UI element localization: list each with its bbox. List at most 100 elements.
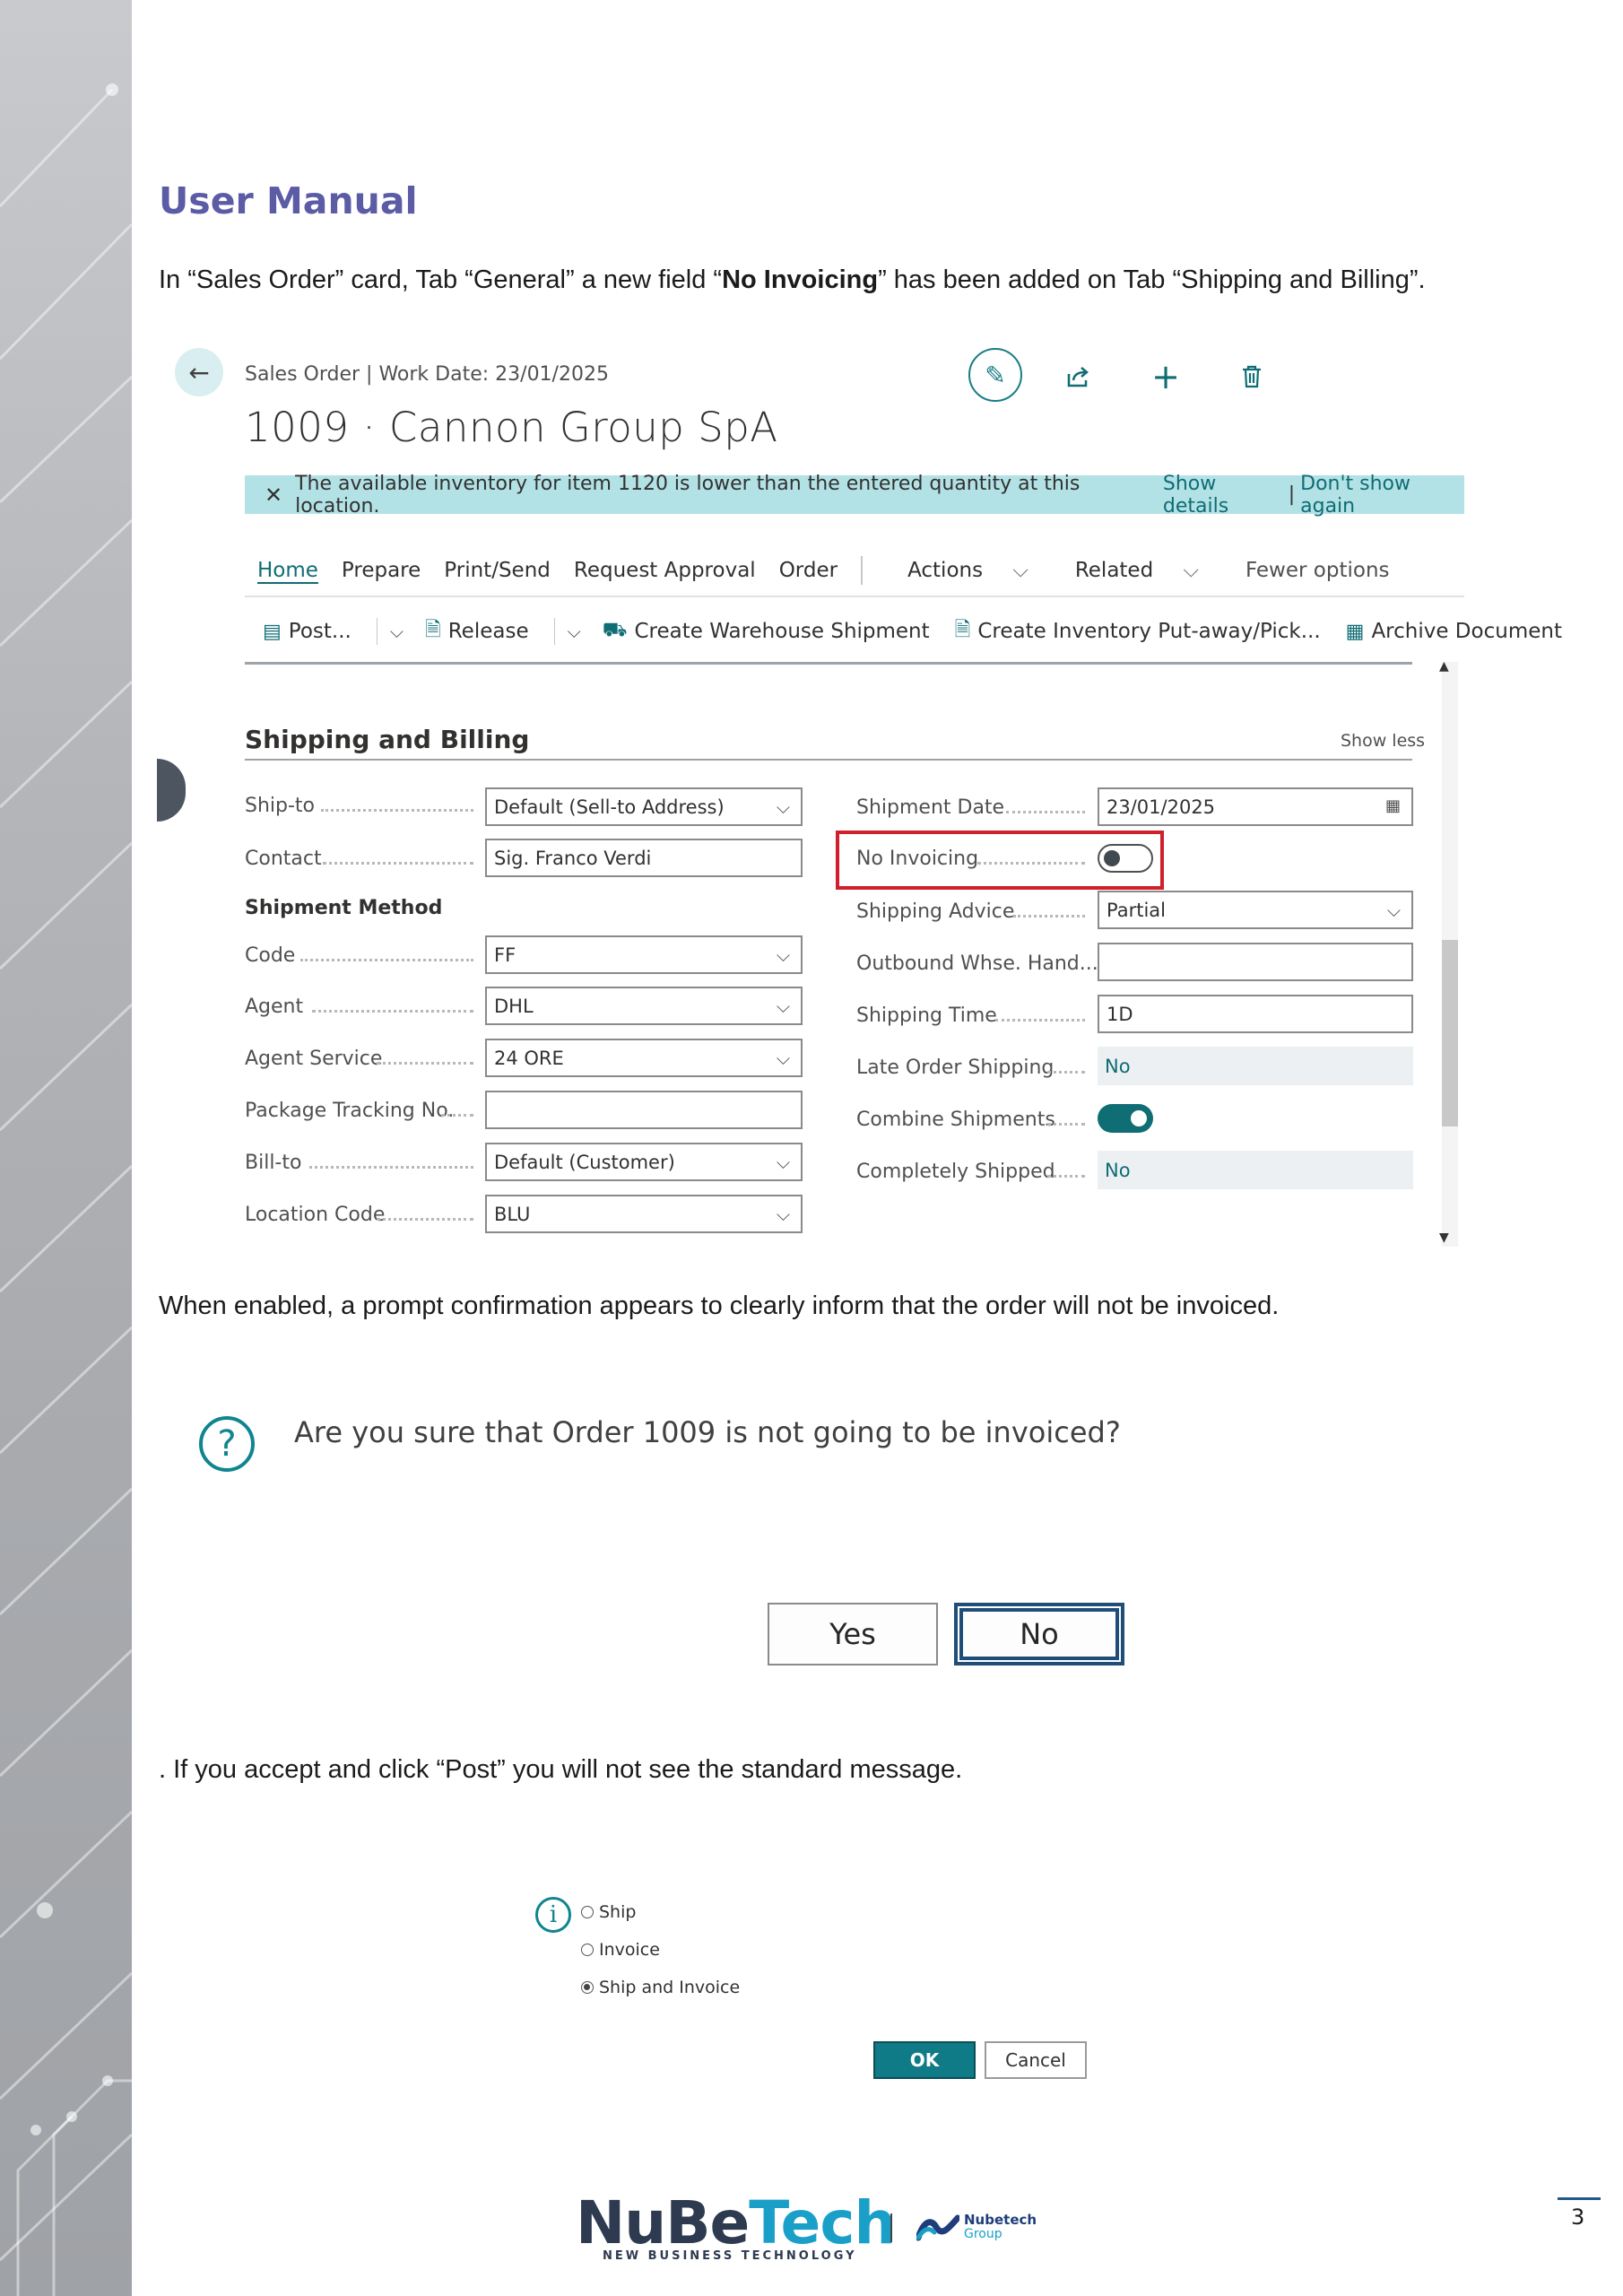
post-button[interactable]: ▤ Post... <box>263 620 352 643</box>
share-icon[interactable] <box>1056 354 1101 399</box>
shipping-advice-label: Shipping Advice <box>856 900 1015 923</box>
share-icon-glyph <box>1067 367 1089 387</box>
notification-text: The available inventory for item 1120 is… <box>295 472 1081 517</box>
ship-to-label: Ship-to <box>245 795 316 817</box>
tab-prepare[interactable]: Prepare <box>342 559 421 582</box>
yes-button[interactable]: Yes <box>768 1603 938 1665</box>
radio-button-selected[interactable] <box>581 1981 594 1994</box>
bill-to-label: Bill-to <box>245 1152 302 1174</box>
tab-print-send[interactable]: Print/Send <box>444 559 551 582</box>
page-number-rule <box>1558 2197 1601 2200</box>
shipment-date-field[interactable]: 23/01/2025 ▦ <box>1098 787 1413 826</box>
ok-button[interactable]: OK <box>873 2041 976 2079</box>
radio-option-invoice[interactable]: Invoice <box>581 1940 660 1960</box>
shipping-time-value: 1D <box>1107 1003 1133 1025</box>
cancel-button[interactable]: Cancel <box>985 2041 1087 2079</box>
shipping-advice-value: Partial <box>1107 899 1166 921</box>
agent-service-value: 24 ORE <box>494 1047 564 1069</box>
toggle-knob <box>1131 1110 1147 1126</box>
leader-dots <box>1006 809 1085 813</box>
shipping-time-field[interactable]: 1D <box>1098 995 1413 1033</box>
release-label: Release <box>447 620 529 643</box>
intro-text-bold: No Invoicing <box>722 265 879 294</box>
back-arrow-icon[interactable]: ← <box>175 348 223 396</box>
late-order-shipping-label: Late Order Shipping <box>856 1057 1055 1079</box>
section-rule <box>245 759 1412 761</box>
create-warehouse-shipment-button[interactable]: ⛟ Create Warehouse Shipment <box>603 619 930 644</box>
completely-shipped-value-field: No <box>1098 1151 1413 1189</box>
circuit-pattern-graphic <box>0 83 132 2296</box>
outbound-whse-field[interactable] <box>1098 943 1413 981</box>
edit-pencil-icon[interactable]: ✎ <box>968 348 1022 402</box>
archive-document-button[interactable]: ▦ Archive Document <box>1346 620 1562 643</box>
action-bar-divider <box>245 596 1464 597</box>
ship-to-value: Default (Sell-to Address) <box>494 796 725 818</box>
close-icon[interactable]: ✕ <box>265 483 282 508</box>
fewer-options-button[interactable]: Fewer options <box>1245 559 1390 582</box>
show-less-link[interactable]: Show less <box>1341 731 1425 751</box>
plus-icon[interactable]: + <box>1143 354 1188 399</box>
logo-tagline: NEW BUSINESS TECHNOLOGY <box>603 2249 857 2263</box>
intro-text-end: ” has been added on Tab “Shipping and Bi… <box>878 265 1426 294</box>
shipping-advice-dropdown[interactable]: Partial ⌵ <box>1098 891 1413 929</box>
action-buttons-row: ▤ Post... ⌵ 🗎 Release ⌵ ⛟ Create Warehouse … <box>263 614 1587 648</box>
release-chevron-down-icon[interactable]: ⌵ <box>568 621 581 642</box>
calendar-icon[interactable]: ▦ <box>1385 796 1401 815</box>
radio-option-ship[interactable]: Ship <box>581 1902 636 1922</box>
leader-dots <box>1047 1069 1085 1074</box>
location-code-dropdown[interactable]: BLU ⌵ <box>485 1195 803 1233</box>
actions-menu-label: Actions <box>907 559 984 582</box>
bill-to-dropdown[interactable]: Default (Customer) ⌵ <box>485 1143 803 1181</box>
scrollbar-thumb[interactable] <box>1442 940 1458 1126</box>
radio-label: Invoice <box>599 1940 660 1960</box>
tab-divider <box>861 556 864 585</box>
agent-dropdown[interactable]: DHL ⌵ <box>485 987 803 1025</box>
show-details-link[interactable]: Show details <box>1163 473 1283 517</box>
create-inventory-button[interactable]: 🗎 Create Inventory Put-away/Pick... <box>955 614 1321 648</box>
scroll-up-arrow-icon[interactable]: ▲ <box>1439 659 1449 674</box>
scroll-down-arrow-icon[interactable]: ▼ <box>1439 1231 1449 1245</box>
related-menu[interactable]: Related ⌵ <box>1075 559 1222 582</box>
late-order-shipping-value: No <box>1105 1055 1131 1077</box>
leader-dots <box>300 957 473 961</box>
release-button[interactable]: 🗎 Release <box>425 614 529 648</box>
shipment-date-value: 23/01/2025 <box>1107 796 1216 818</box>
leader-dots <box>323 860 473 865</box>
leader-dots <box>977 860 1085 865</box>
chevron-down-icon: ⌵ <box>1183 559 1199 582</box>
prompt-paragraph: When enabled, a prompt confirmation appe… <box>159 1292 1280 1320</box>
tab-order[interactable]: Order <box>779 559 838 582</box>
ship-to-dropdown[interactable]: Default (Sell-to Address) ⌵ <box>485 787 803 826</box>
no-button[interactable]: No <box>954 1603 1124 1665</box>
post-paragraph: . If you accept and click “Post” you wil… <box>159 1755 963 1784</box>
chevron-down-icon: ⌵ <box>1386 900 1401 921</box>
actions-menu[interactable]: Actions ⌵ <box>907 559 1052 582</box>
leader-dots <box>321 807 473 812</box>
contact-field[interactable]: Sig. Franco Verdi <box>485 839 803 877</box>
radio-option-ship-and-invoice[interactable]: Ship and Invoice <box>581 1978 740 1997</box>
page-number: 3 <box>1571 2205 1585 2230</box>
package-tracking-field[interactable] <box>485 1091 803 1129</box>
combine-shipments-toggle[interactable] <box>1098 1104 1153 1133</box>
no-invoicing-toggle[interactable] <box>1098 844 1153 873</box>
shipment-method-header: Shipment Method <box>245 897 443 919</box>
combine-shipments-label: Combine Shipments <box>856 1109 1055 1131</box>
intro-text-start: In “Sales Order” card, Tab “General” a n… <box>159 265 723 294</box>
dont-show-again-link[interactable]: Don't show again <box>1300 473 1464 517</box>
shipment-date-label: Shipment Date <box>856 796 1005 819</box>
trash-icon[interactable] <box>1229 354 1274 399</box>
agent-service-dropdown[interactable]: 24 ORE ⌵ <box>485 1039 803 1077</box>
tab-home[interactable]: Home <box>257 559 318 582</box>
radio-button[interactable] <box>581 1906 594 1918</box>
code-dropdown[interactable]: FF ⌵ <box>485 935 803 974</box>
group-logo-glyph <box>915 2214 961 2241</box>
leader-dots <box>1013 913 1085 918</box>
intro-paragraph: In “Sales Order” card, Tab “General” a n… <box>159 265 1426 295</box>
package-tracking-label: Package Tracking No. <box>245 1100 455 1122</box>
separator <box>553 618 555 645</box>
post-chevron-down-icon[interactable]: ⌵ <box>390 621 404 642</box>
tab-request-approval[interactable]: Request Approval <box>574 559 756 582</box>
radio-button[interactable] <box>581 1944 594 1956</box>
chevron-down-icon: ⌵ <box>776 796 790 818</box>
nubetech-logo: NuBeTech <box>576 2188 896 2257</box>
